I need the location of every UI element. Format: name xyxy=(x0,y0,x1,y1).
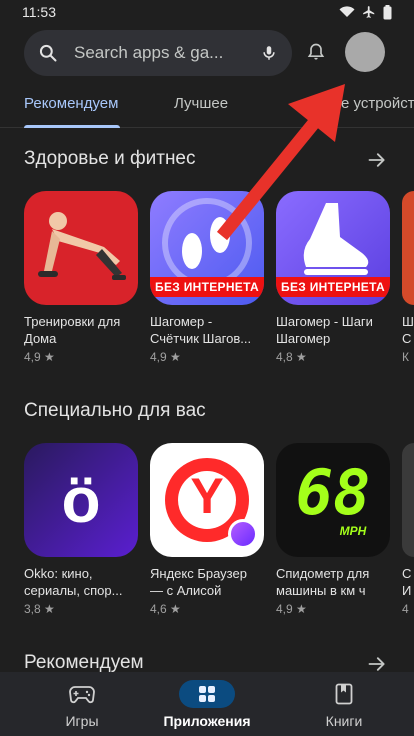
app-card[interactable]: Тренировки для Дома 4,9 ★ xyxy=(24,191,138,364)
nav-games[interactable]: Игры xyxy=(22,672,142,729)
section-title-health[interactable]: Здоровье и фитнес xyxy=(24,148,196,170)
app-icon-speedometer: 68 MPH xyxy=(276,443,390,557)
app-name: Ш xyxy=(402,314,414,329)
app-rating: 3,8 ★ xyxy=(24,602,55,616)
app-name-line2: С xyxy=(402,331,412,346)
mic-icon[interactable] xyxy=(260,43,278,63)
badge-offline: БЕЗ ИНТЕРНЕТА xyxy=(276,277,390,297)
app-name-line2: Шагомер xyxy=(276,331,331,346)
app-card-partial[interactable]: С И 4 xyxy=(402,443,414,616)
app-name-line2: Дома xyxy=(24,331,57,346)
nav-label: Игры xyxy=(65,713,99,729)
app-name-line2: Счётчик Шагов... xyxy=(150,331,252,346)
app-icon-home-workout xyxy=(24,191,138,305)
gamepad-icon xyxy=(54,680,110,708)
app-icon-pedometer: БЕЗ ИНТЕРНЕТА xyxy=(276,191,390,305)
account-avatar[interactable] xyxy=(345,32,385,72)
app-name-line2: — с Алисой xyxy=(150,583,222,598)
nav-books[interactable]: Книги xyxy=(284,672,404,729)
active-tab-indicator xyxy=(24,125,120,128)
status-time: 11:53 xyxy=(22,4,56,20)
app-icon-okko: ö xyxy=(24,443,138,557)
app-rating: 4,9 ★ xyxy=(150,350,181,364)
app-name: Яндекс Браузер xyxy=(150,566,247,581)
app-card[interactable]: ö Okko: кино, сериалы, спор... 3,8 ★ xyxy=(24,443,138,616)
badge-offline: БЕЗ ИНТЕРНЕТА xyxy=(150,277,264,297)
yandex-logo: Y xyxy=(190,468,224,524)
app-icon-yandex-browser: Y xyxy=(150,443,264,557)
notifications-bell-icon[interactable] xyxy=(306,41,326,68)
app-name-line2: И xyxy=(402,583,412,598)
app-icon-partial xyxy=(402,191,414,305)
airplane-icon xyxy=(363,6,375,18)
book-icon xyxy=(316,680,372,708)
app-rating: 4 xyxy=(402,602,409,616)
status-icons xyxy=(339,4,392,20)
app-name: Шагомер - xyxy=(150,314,213,329)
speed-readout: 68 xyxy=(295,456,371,529)
battery-icon xyxy=(383,4,392,19)
app-rating: 4,6 ★ xyxy=(150,602,181,616)
nav-label: Книги xyxy=(325,713,363,729)
tab-other-devices[interactable]: е устройст xyxy=(341,95,414,112)
wifi-icon xyxy=(339,6,355,18)
app-name-line2: сериалы, спор... xyxy=(24,583,123,598)
bottom-navigation: Игры Приложения Книги xyxy=(0,672,414,736)
app-name: Okko: кино, xyxy=(24,566,93,581)
app-card[interactable]: 68 MPH Спидометр для машины в км ч 4,9 ★ xyxy=(276,443,390,616)
alice-badge-icon xyxy=(228,519,258,549)
okko-logo: ö xyxy=(61,464,101,536)
status-bar: 11:53 xyxy=(0,0,414,24)
search-bar[interactable]: Search apps & ga... xyxy=(24,30,292,76)
app-icon-step-counter: БЕЗ ИНТЕРНЕТА xyxy=(150,191,264,305)
tab-recommended[interactable]: Рекомендуем xyxy=(24,95,118,112)
app-name-line2: машины в км ч xyxy=(276,583,366,598)
app-card[interactable]: Y Яндекс Браузер — с Алисой 4,6 ★ xyxy=(150,443,264,616)
nav-label: Приложения xyxy=(163,713,251,729)
app-icon-partial xyxy=(402,443,414,557)
app-card[interactable]: БЕЗ ИНТЕРНЕТА Шагомер - Счётчик Шагов...… xyxy=(150,191,264,364)
arrow-right-icon[interactable] xyxy=(366,150,388,175)
app-card-partial[interactable]: Ш С К xyxy=(402,191,414,364)
app-rating: 4,9 ★ xyxy=(276,602,307,616)
top-tabs: Рекомендуем Лучшее е устройст xyxy=(0,84,414,128)
apps-grid-icon xyxy=(179,680,235,708)
app-name: С xyxy=(402,566,412,581)
tab-top-charts[interactable]: Лучшее xyxy=(174,95,228,112)
app-rating: К xyxy=(402,350,409,364)
app-rating: 4,9 ★ xyxy=(24,350,55,364)
nav-apps[interactable]: Приложения xyxy=(147,672,267,729)
search-input[interactable]: Search apps & ga... xyxy=(74,43,242,63)
search-icon xyxy=(39,44,57,62)
app-rating: 4,8 ★ xyxy=(276,350,307,364)
section-title-for-you[interactable]: Специально для вас xyxy=(24,400,206,422)
section-title-recommended[interactable]: Рекомендуем xyxy=(24,652,144,674)
app-name: Шагомер - Шаги xyxy=(276,314,373,329)
app-name: Тренировки для xyxy=(24,314,121,329)
app-name: Спидометр для xyxy=(276,566,370,581)
speed-unit: MPH xyxy=(339,524,367,538)
app-card[interactable]: БЕЗ ИНТЕРНЕТА Шагомер - Шаги Шагомер 4,8… xyxy=(276,191,390,364)
